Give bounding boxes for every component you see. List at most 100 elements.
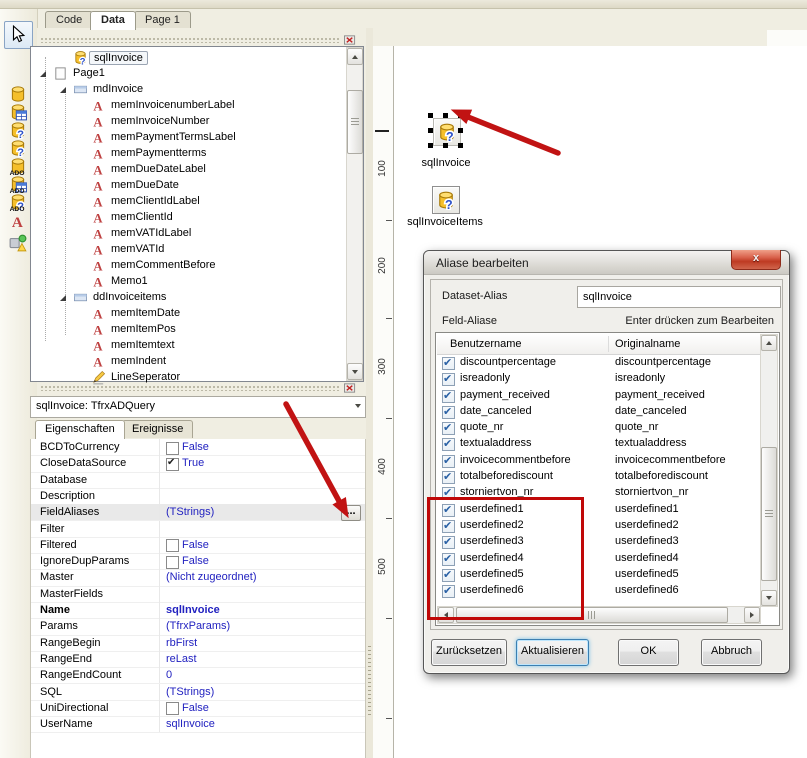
property-value[interactable]: True (182, 457, 204, 469)
tree-scrollbar[interactable] (346, 47, 363, 381)
tree-item[interactable]: Page1 (31, 66, 331, 82)
property-value[interactable]: rbFirst (166, 637, 197, 649)
tree-item[interactable]: memDueDateLabel (31, 162, 331, 178)
tree-item-label[interactable]: memIndent (111, 355, 166, 367)
field-alias-row[interactable]: invoicecommentbefore invoicecommentbefor… (437, 453, 761, 469)
field-alias-row[interactable]: textualaddress textualaddress (437, 436, 761, 452)
property-row[interactable]: FilteredFalse (31, 537, 365, 554)
tree-item-label[interactable]: memItemtext (111, 339, 175, 351)
expander-icon[interactable] (59, 294, 67, 302)
column-splitter[interactable] (159, 635, 160, 651)
tree-item-label[interactable]: ddInvoiceitems (93, 291, 166, 303)
tree-item[interactable]: Memo1 (31, 274, 331, 290)
selection-handle[interactable] (458, 113, 463, 118)
field-checkbox-checked[interactable] (442, 438, 455, 451)
sqlinvoice-component[interactable] (433, 118, 461, 146)
tree-item-label[interactable]: memPaymentterms (111, 147, 206, 159)
tree-item-label[interactable]: memInvoiceNumber (111, 115, 209, 127)
column-splitter[interactable] (159, 472, 160, 488)
close-button[interactable]: x (731, 250, 781, 270)
tree-item-label[interactable]: sqlInvoice (89, 51, 148, 65)
property-value[interactable]: False (182, 539, 209, 551)
aktualisieren-button[interactable]: Aktualisieren (516, 639, 589, 666)
selection-handle[interactable] (443, 143, 448, 148)
field-checkbox-checked[interactable] (442, 373, 455, 386)
expander-icon[interactable] (39, 70, 47, 78)
column-splitter[interactable] (159, 521, 160, 537)
checkbox-unchecked[interactable] (166, 539, 179, 552)
column-splitter[interactable] (159, 537, 160, 553)
tree-item-label[interactable]: memDueDateLabel (111, 163, 206, 175)
property-row[interactable]: RangeEndCount0 (31, 667, 365, 684)
field-alias-row[interactable]: date_canceled date_canceled (437, 404, 761, 420)
tree-item-label[interactable]: memClientIdLabel (111, 195, 200, 207)
property-row[interactable]: Filter (31, 521, 365, 538)
expander-icon[interactable] (59, 86, 67, 94)
scroll-right-button[interactable] (744, 607, 760, 623)
property-row[interactable]: Description (31, 488, 365, 505)
tree-item-label[interactable]: memClientId (111, 211, 173, 223)
tree-item[interactable]: memCommentBefore (31, 258, 331, 274)
property-row[interactable]: SQL(TStrings) (31, 684, 365, 701)
tree-item[interactable]: memItemPos (31, 322, 331, 338)
checkbox-unchecked[interactable] (166, 702, 179, 715)
field-alias-row[interactable]: totalbeforediscount totalbeforediscount (437, 469, 761, 485)
tree-item-label[interactable]: memVATId (111, 243, 164, 255)
property-value[interactable]: (TStrings) (166, 506, 214, 518)
property-value[interactable]: False (182, 702, 209, 714)
property-value[interactable]: (TfrxParams) (166, 620, 230, 632)
tree-item[interactable]: memInvoicenumberLabel (31, 98, 331, 114)
tree-item-label[interactable]: Memo1 (111, 275, 148, 287)
type-cast-tool[interactable] (7, 234, 29, 252)
tree-item[interactable]: mdInvoice (31, 82, 331, 98)
property-value[interactable]: (Nicht zugeordnet) (166, 571, 257, 583)
property-row[interactable]: RangeEndreLast (31, 651, 365, 668)
column-splitter[interactable] (159, 553, 160, 569)
db-table-tool[interactable] (7, 103, 29, 121)
scroll-down-button[interactable] (761, 590, 777, 606)
property-row[interactable]: UserNamesqlInvoice (31, 716, 365, 733)
column-originalname[interactable]: Originalname (615, 338, 680, 350)
column-splitter[interactable] (159, 602, 160, 618)
property-value[interactable]: (TStrings) (166, 686, 214, 698)
tree-item[interactable]: memPaymentterms (31, 146, 331, 162)
tree-item-label[interactable]: memInvoicenumberLabel (111, 99, 235, 111)
panel-splitter[interactable] (366, 28, 373, 758)
zuruecksetzen-button[interactable]: Zurücksetzen (431, 639, 507, 666)
tree-item[interactable]: ddInvoiceitems (31, 290, 331, 306)
dataset-alias-input[interactable]: sqlInvoice (577, 286, 781, 308)
scroll-up-button[interactable] (347, 48, 363, 65)
property-row[interactable]: Params(TfrxParams) (31, 618, 365, 635)
tree-item[interactable]: memVATIdLabel (31, 226, 331, 242)
field-checkbox-checked[interactable] (442, 390, 455, 403)
tree-item-label[interactable]: memCommentBefore (111, 259, 216, 271)
property-value[interactable]: sqlInvoice (166, 604, 220, 616)
property-value[interactable]: False (182, 441, 209, 453)
tree-item[interactable]: memPaymentTermsLabel (31, 130, 331, 146)
property-row[interactable]: CloseDataSourceTrue (31, 455, 365, 472)
ok-button[interactable]: OK (618, 639, 679, 666)
column-splitter[interactable] (159, 586, 160, 602)
field-alias-row[interactable]: isreadonly isreadonly (437, 371, 761, 387)
tree-item[interactable]: sqlInvoice (31, 50, 331, 66)
tree-item-label[interactable]: memItemDate (111, 307, 180, 319)
property-row[interactable]: RangeBeginrbFirst (31, 635, 365, 652)
property-row[interactable]: MasterFields (31, 586, 365, 603)
tab-page1[interactable]: Page 1 (134, 11, 191, 29)
column-benutzername[interactable]: Benutzername (450, 338, 522, 350)
column-splitter[interactable] (159, 651, 160, 667)
tree-panel-grip[interactable] (40, 37, 340, 43)
inspector-grip[interactable] (40, 385, 340, 391)
select-pointer-tool[interactable] (4, 21, 33, 49)
column-splitter[interactable] (159, 439, 160, 455)
property-row[interactable]: Master(Nicht zugeordnet) (31, 569, 365, 586)
close-inspector-icon[interactable] (343, 382, 357, 394)
tree-item[interactable]: memClientIdLabel (31, 194, 331, 210)
checkbox-checked[interactable] (166, 458, 179, 471)
column-splitter[interactable] (159, 667, 160, 683)
property-value[interactable]: False (182, 555, 209, 567)
column-splitter[interactable] (159, 618, 160, 634)
tree-item[interactable]: memItemDate (31, 306, 331, 322)
checkbox-unchecked[interactable] (166, 442, 179, 455)
tree-item[interactable]: memVATId (31, 242, 331, 258)
